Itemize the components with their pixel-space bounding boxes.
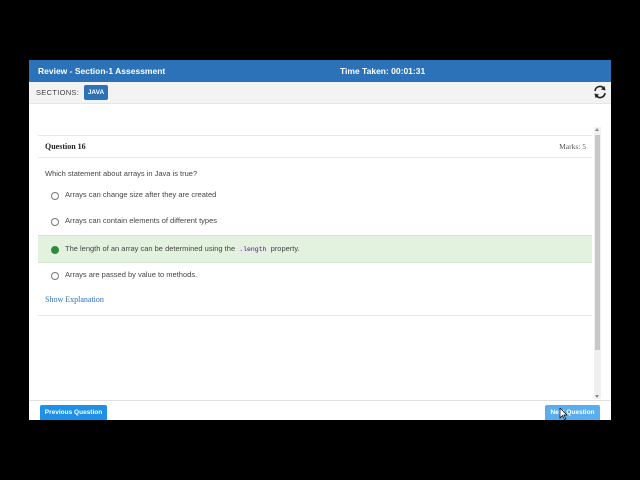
section-chip-java[interactable]: JAVA	[84, 85, 108, 100]
assessment-title: Review - Section-1 Assessment	[38, 66, 166, 76]
option-3-correct[interactable]: The length of an array can be determined…	[38, 235, 592, 263]
code-snippet: .length	[237, 245, 269, 254]
radio-button[interactable]	[51, 272, 59, 280]
option-text-before: The length of an array can be determined…	[65, 244, 236, 253]
time-taken: Time Taken: 00:01:31	[340, 66, 426, 76]
radio-button[interactable]	[51, 218, 59, 226]
mouse-cursor-icon	[559, 408, 567, 420]
sections-label: SECTIONS:	[36, 88, 80, 97]
option-2[interactable]: Arrays can contain elements of different…	[38, 208, 592, 234]
option-text-after: property.	[270, 244, 300, 253]
radio-button-selected[interactable]	[51, 246, 59, 254]
refresh-icon[interactable]	[592, 84, 608, 100]
radio-button[interactable]	[51, 192, 59, 200]
vertical-scrollbar[interactable]	[594, 127, 601, 399]
sections-bar: SECTIONS: JAVA	[29, 82, 611, 104]
option-4[interactable]: Arrays are passed by value to methods.	[38, 262, 592, 288]
footer-bar: Previous Question Next Question	[29, 400, 611, 420]
show-explanation-link[interactable]: Show Explanation	[45, 295, 104, 304]
option-text: Arrays can contain elements of different…	[65, 216, 218, 225]
card-divider	[38, 315, 592, 316]
scroll-down-arrow-icon[interactable]	[595, 395, 599, 398]
option-1[interactable]: Arrays can change size after they are cr…	[38, 182, 592, 208]
next-question-button[interactable]: Next Question	[545, 405, 600, 420]
question-card: Question 16 Marks: 5 Which statement abo…	[38, 135, 592, 316]
question-text: Which statement about arrays in Java is …	[45, 169, 198, 178]
scrollbar-thumb[interactable]	[595, 135, 600, 350]
previous-question-button[interactable]: Previous Question	[40, 405, 107, 420]
option-text: Arrays are passed by value to methods.	[65, 270, 198, 279]
header-bar: Review - Section-1 Assessment Time Taken…	[29, 60, 611, 82]
question-marks: Marks: 5	[559, 142, 586, 151]
option-text: The length of an array can be determined…	[65, 244, 300, 254]
question-header: Question 16 Marks: 5	[38, 136, 592, 158]
option-text: Arrays can change size after they are cr…	[65, 190, 217, 199]
question-number: Question 16	[45, 142, 86, 151]
scroll-up-arrow-icon[interactable]	[595, 128, 599, 131]
assessment-window: Review - Section-1 Assessment Time Taken…	[29, 60, 611, 420]
